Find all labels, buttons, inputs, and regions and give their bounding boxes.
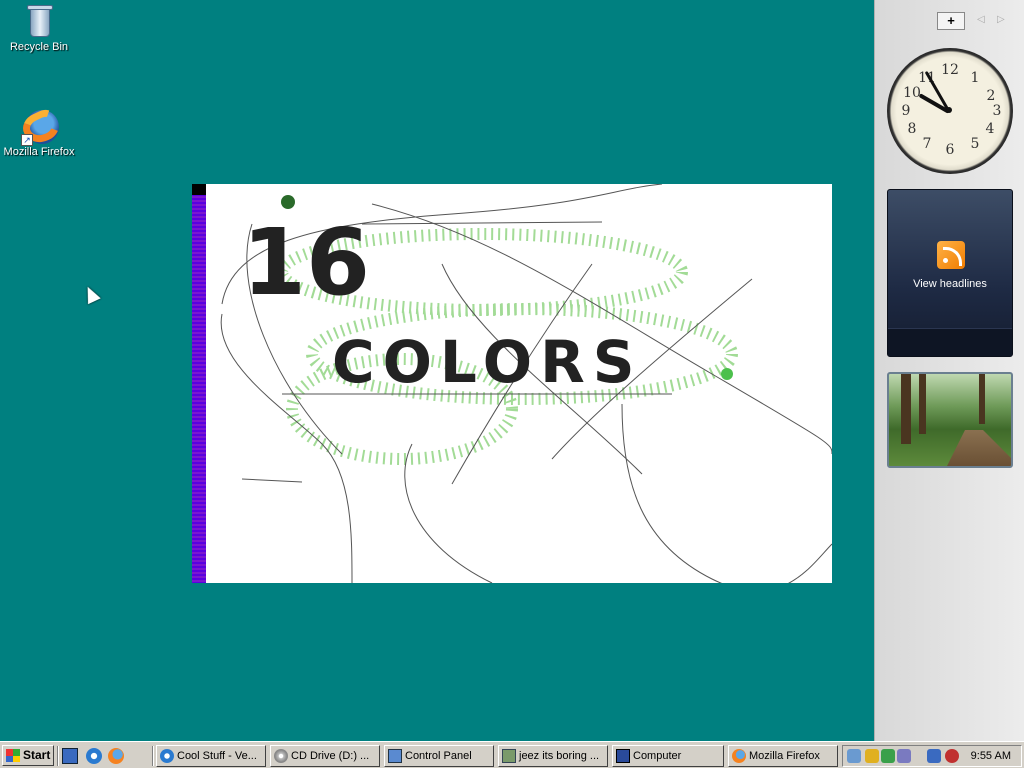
firefox-icon[interactable] <box>108 748 124 764</box>
desktop-icon-firefox[interactable]: ↗ Mozilla Firefox <box>0 105 79 159</box>
clock-number: 4 <box>985 121 995 137</box>
recycle-bin-icon <box>21 3 57 39</box>
taskbar-button-cd-drive[interactable]: CD Drive (D:) ... <box>270 745 380 767</box>
painting-canvas[interactable]: 16 COLORS <box>192 184 832 583</box>
connection-icon[interactable] <box>927 749 941 763</box>
show-desktop-icon[interactable] <box>62 748 78 764</box>
cd-drive-icon <box>274 749 288 763</box>
task-label: Control Panel <box>405 750 472 762</box>
device-icon[interactable] <box>897 749 911 763</box>
windows-logo-icon <box>6 749 20 762</box>
clock-number: 10 <box>903 85 921 101</box>
clock-number: 2 <box>986 88 996 104</box>
clock-number: 9 <box>901 103 911 119</box>
clock-number: 8 <box>907 121 917 137</box>
security-shield-icon[interactable] <box>865 749 879 763</box>
ie-icon <box>160 749 174 763</box>
volume-muted-icon[interactable] <box>945 749 959 763</box>
ie-icon[interactable] <box>86 748 102 764</box>
canvas-text-colors: COLORS <box>332 328 643 396</box>
clock-number: 12 <box>941 62 959 78</box>
palette-corner <box>192 184 206 195</box>
firefox-icon <box>732 749 746 763</box>
taskbar: Start Cool Stuff - Ve... CD Drive (D:) .… <box>0 741 1024 768</box>
palette-strip[interactable] <box>192 184 206 583</box>
task-label: Cool Stuff - Ve... <box>177 750 257 762</box>
previous-page-icon[interactable]: ◁ <box>977 14 985 25</box>
task-label: CD Drive (D:) ... <box>291 750 370 762</box>
clock-number: 3 <box>992 103 1002 119</box>
view-headlines-label[interactable]: View headlines <box>888 278 1012 290</box>
add-gadget-button[interactable]: + <box>937 12 965 30</box>
taskbar-button-jeez[interactable]: jeez its boring ... <box>498 745 608 767</box>
canvas-text-16: 16 <box>242 209 370 316</box>
checkmark-shield-icon[interactable] <box>881 749 895 763</box>
taskbar-button-control-panel[interactable]: Control Panel <box>384 745 494 767</box>
shortcut-arrow-icon: ↗ <box>21 134 33 146</box>
tray-clock[interactable]: 9:55 AM <box>971 750 1011 762</box>
next-page-icon[interactable]: ▷ <box>997 14 1005 25</box>
task-label: Computer <box>633 750 682 762</box>
control-panel-icon <box>388 749 402 763</box>
clock-number: 5 <box>970 136 980 152</box>
taskbar-button-computer[interactable]: Computer <box>612 745 724 767</box>
start-label: Start <box>23 748 51 762</box>
mouse-cursor-icon <box>81 283 101 305</box>
desktop-icon-label: Recycle Bin <box>9 41 69 53</box>
rss-icon <box>937 241 965 269</box>
windows-sidebar: + ◁ ▷ 12 1 2 3 4 5 6 7 8 9 10 11 View he… <box>874 0 1024 741</box>
start-button[interactable]: Start <box>2 745 54 766</box>
task-label: jeez its boring ... <box>519 750 600 762</box>
taskbar-button-firefox[interactable]: Mozilla Firefox <box>728 745 838 767</box>
image-icon <box>502 749 516 763</box>
clock-gadget[interactable]: 12 1 2 3 4 5 6 7 8 9 10 11 <box>887 48 1013 174</box>
system-tray: 9:55 AM <box>842 745 1022 767</box>
task-label: Mozilla Firefox <box>749 750 820 762</box>
slideshow-gadget[interactable] <box>887 372 1013 468</box>
clock-number: 1 <box>970 70 980 86</box>
forest-path <box>947 430 1011 466</box>
firefox-icon: ↗ <box>18 105 64 149</box>
clock-number: 6 <box>945 142 955 158</box>
clock-number: 7 <box>922 136 932 152</box>
taskbar-button-cool-stuff[interactable]: Cool Stuff - Ve... <box>156 745 266 767</box>
network-icon[interactable] <box>847 749 861 763</box>
desktop-icon-recycle-bin[interactable]: Recycle Bin <box>0 3 79 54</box>
computer-icon <box>616 749 630 763</box>
desktop-icon-label: Mozilla Firefox <box>3 146 75 158</box>
drawing-strokes: 16 COLORS <box>220 184 832 583</box>
feed-headlines-gadget[interactable]: View headlines <box>887 189 1013 357</box>
